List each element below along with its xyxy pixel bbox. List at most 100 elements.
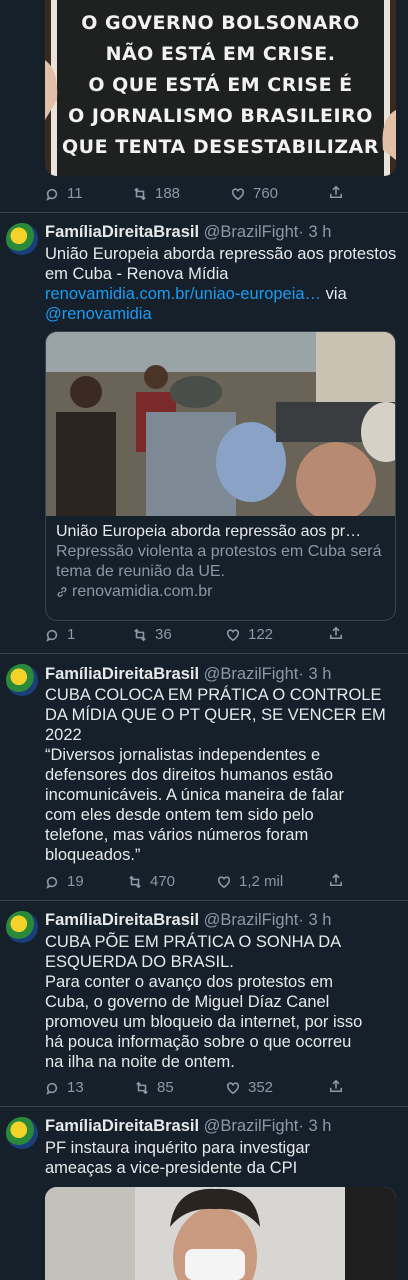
mention-link[interactable]: @renovamidia [45, 305, 152, 323]
like-button[interactable]: 122 [226, 626, 273, 643]
tweet-text-line: CUBA PÕE EM PRÁTICA O SONHA DA [45, 933, 342, 951]
retweet-button[interactable]: 85 [135, 1079, 174, 1096]
retweet-button[interactable]: 470 [128, 873, 175, 890]
tweet[interactable]: FamíliaDireitaBrasil @BrazilFight· 3 h U… [0, 213, 408, 654]
tweet-text: CUBA COLOCA EM PRÁTICA O CONTROLE DA MÍD… [45, 685, 398, 865]
tweet-header: FamíliaDireitaBrasil @BrazilFight· 3 h [45, 1116, 331, 1136]
share-button[interactable] [329, 1079, 343, 1093]
tweet-text-line: defensores dos direitos humanos estão [45, 766, 334, 784]
link-icon [57, 587, 67, 597]
tweet-image[interactable]: O GOVERNO BOLSONARO NÃO ESTÁ EM CRISE. O… [45, 0, 396, 176]
share-icon [329, 185, 343, 199]
tweet-header: FamíliaDireitaBrasil @BrazilFight· 3 h [45, 910, 331, 930]
like-button[interactable]: 760 [231, 185, 278, 202]
avatar[interactable] [6, 664, 38, 696]
reply-icon [46, 629, 58, 642]
display-name[interactable]: FamíliaDireitaBrasil [45, 223, 199, 241]
heart-icon [217, 875, 231, 888]
avatar[interactable] [6, 911, 38, 943]
reply-count: 1 [67, 626, 76, 643]
reply-button[interactable]: 13 [45, 1079, 84, 1096]
like-count: 760 [253, 185, 279, 202]
tweet[interactable]: FamíliaDireitaBrasil @BrazilFight· 3 h P… [0, 1107, 408, 1280]
reply-icon [46, 876, 58, 889]
reply-button[interactable]: 1 [45, 626, 75, 643]
share-icon [329, 1079, 343, 1093]
handle[interactable]: @BrazilFight [204, 223, 299, 241]
retweet-icon [134, 187, 146, 200]
tweet-header: FamíliaDireitaBrasil @BrazilFight· 3 h [45, 664, 331, 684]
avatar[interactable] [6, 1117, 38, 1149]
card-domain-text: renovamidia.com.br [72, 583, 213, 600]
tweet-actions: 1 36 122 [45, 626, 388, 646]
avatar[interactable] [6, 223, 38, 255]
reply-count: 19 [67, 873, 84, 890]
reply-button[interactable]: 11 [45, 185, 83, 202]
tweet-text-line: PF instaura inquérito para investigar [45, 1139, 311, 1157]
retweet-icon [134, 628, 146, 641]
handle[interactable]: @BrazilFight [204, 665, 299, 683]
retweet-count: 85 [157, 1079, 174, 1096]
tweet-text-line: telefone, mas vários números foram [45, 826, 309, 844]
tweet-actions: 13 85 352 [45, 1079, 388, 1099]
card-image [46, 332, 395, 516]
share-button[interactable] [329, 185, 343, 199]
tweet-text-line: CUBA COLOCA EM PRÁTICA O CONTROLE [45, 686, 382, 704]
retweet-icon [136, 1081, 148, 1094]
tweet-text-line: ameaças a vice-presidente da CPI [45, 1159, 298, 1177]
retweet-button[interactable]: 36 [133, 626, 172, 643]
tweet-text-line: com eles desde ontem tem sido pelo [45, 806, 314, 824]
share-icon [329, 626, 343, 640]
tweet-text-line: promoveu um bloqueio da internet, por is… [45, 1013, 363, 1031]
card-description: Repressão violenta a protestos em Cuba s… [56, 543, 382, 580]
tweet-text-main: União Europeia aborda repressão aos prot… [45, 245, 397, 283]
timestamp[interactable]: · 3 h [298, 1117, 331, 1135]
handle[interactable]: @BrazilFight [204, 1117, 299, 1135]
tweet-text-line: Para conter o avanço dos protestos em [45, 973, 333, 991]
tweet-text: União Europeia aborda repressão aos prot… [45, 244, 398, 324]
reply-count: 11 [67, 185, 83, 202]
tweet-text-line: DA MÍDIA QUE O PT QUER, SE VENCER EM [45, 706, 386, 724]
tweet-text-line: “Diversos jornalistas independentes e [45, 746, 321, 764]
retweet-button[interactable]: 188 [133, 185, 180, 202]
tweet-text-line: há pouca informação sobre o que ocorreu [45, 1033, 352, 1051]
share-icon [329, 873, 343, 887]
tweet[interactable]: FamíliaDireitaBrasil @BrazilFight· 3 h C… [0, 654, 408, 901]
tweet-link[interactable]: renovamidia.com.br/uniao-europeia… [45, 285, 321, 303]
tweet-text-line: na ilha na noite de ontem. [45, 1053, 235, 1071]
handle[interactable]: @BrazilFight [204, 911, 299, 929]
tweet[interactable]: FamíliaDireitaBrasil @BrazilFight· 3 h C… [0, 901, 408, 1107]
timestamp[interactable]: · 3 h [298, 223, 331, 241]
timestamp[interactable]: · 3 h [298, 911, 331, 929]
display-name[interactable]: FamíliaDireitaBrasil [45, 911, 199, 929]
display-name[interactable]: FamíliaDireitaBrasil [45, 1117, 199, 1135]
sign-line: QUE TENTA DESESTABILIZAR [62, 136, 379, 158]
like-button[interactable]: 1,2 mil [217, 873, 283, 890]
retweet-count: 36 [155, 626, 172, 643]
tweet[interactable]: O GOVERNO BOLSONARO NÃO ESTÁ EM CRISE. O… [0, 0, 408, 213]
tweet-text-line: bloqueados.” [45, 846, 141, 864]
tweet-text-line: 2022 [45, 726, 82, 744]
reply-icon [46, 1082, 58, 1095]
tweet-header: FamíliaDireitaBrasil @BrazilFight· 3 h [45, 222, 331, 242]
reply-count: 13 [67, 1079, 84, 1096]
card-domain: renovamidia.com.br [56, 582, 385, 602]
via-text: via [321, 285, 347, 303]
timestamp[interactable]: · 3 h [298, 665, 331, 683]
display-name[interactable]: FamíliaDireitaBrasil [45, 665, 199, 683]
retweet-icon [129, 875, 141, 888]
card-meta: União Europeia aborda repressão aos pr… … [46, 516, 395, 610]
tweet-actions: 11 188 760 [45, 185, 388, 205]
card-title: União Europeia aborda repressão aos pr… [56, 523, 362, 540]
like-button[interactable]: 352 [226, 1079, 273, 1096]
like-count: 122 [248, 626, 274, 643]
like-count: 352 [248, 1079, 274, 1096]
tweet-text-line: incomunicáveis. A única maneira de falar [45, 786, 344, 804]
share-button[interactable] [329, 626, 343, 640]
link-card[interactable]: União Europeia aborda repressão aos pr… … [45, 331, 396, 621]
share-button[interactable] [329, 873, 343, 887]
heart-icon [226, 1081, 240, 1094]
sign-line: NÃO ESTÁ EM CRISE. [105, 43, 336, 65]
tweet-image[interactable] [45, 1187, 396, 1280]
reply-button[interactable]: 19 [45, 873, 84, 890]
